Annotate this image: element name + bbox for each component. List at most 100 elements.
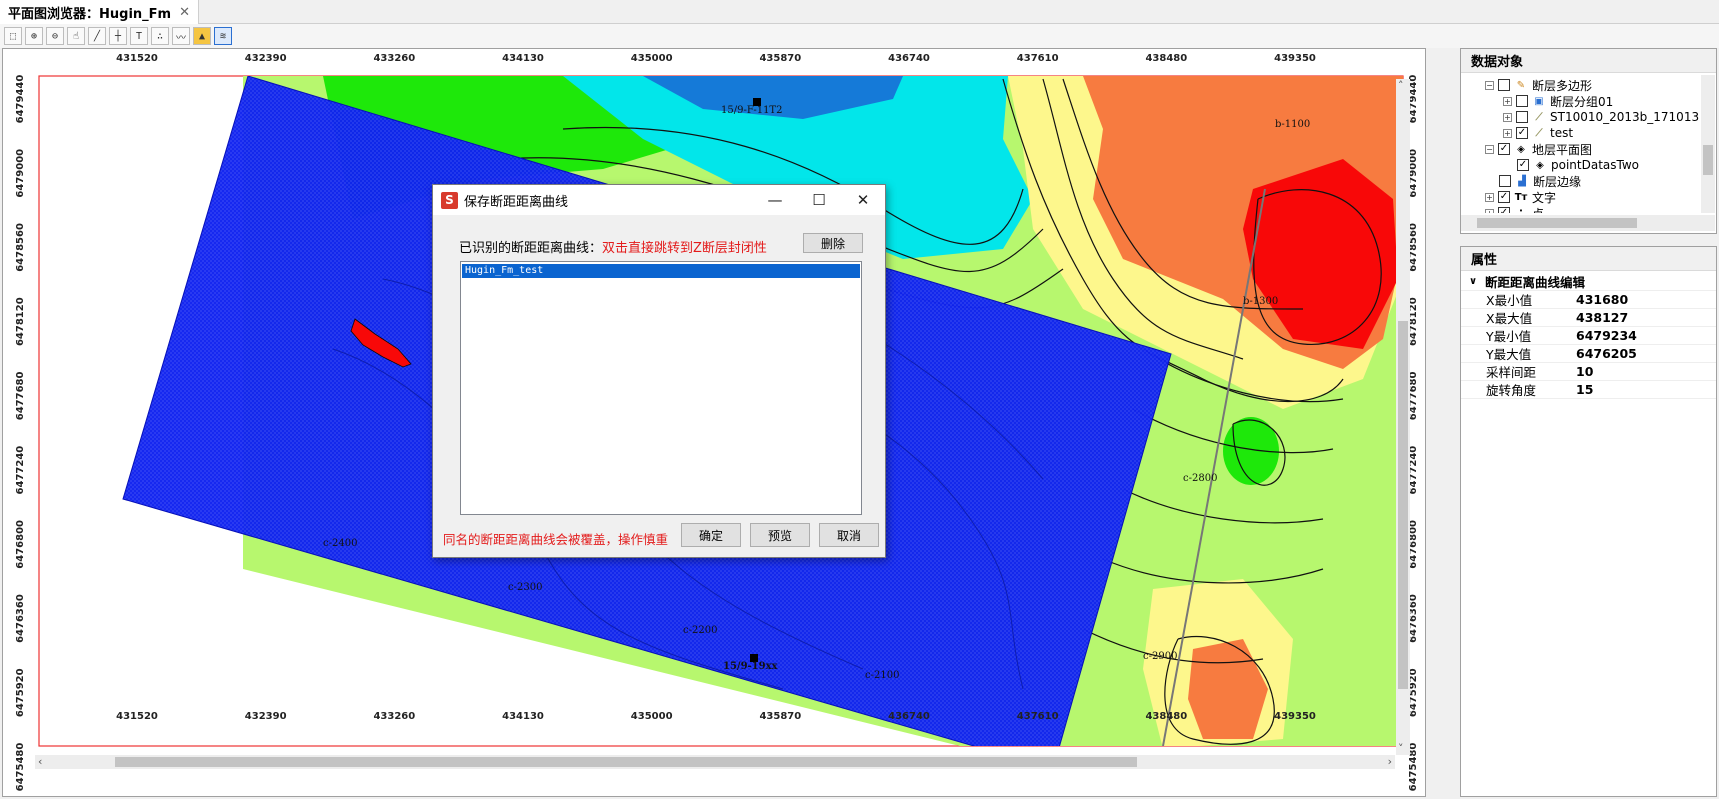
app-logo-icon: S bbox=[441, 191, 458, 209]
expand-icon[interactable]: + bbox=[1503, 112, 1512, 122]
tree-item-fault-polygon[interactable]: − ✎ 断层多边形 bbox=[1485, 77, 1592, 93]
tab-close-icon[interactable]: ✕ bbox=[179, 5, 190, 20]
scroll-up-icon[interactable]: ˄ bbox=[1398, 79, 1404, 92]
ok-button[interactable]: 确定 bbox=[681, 523, 741, 547]
property-row[interactable]: Y最小值 6479234 bbox=[1461, 327, 1716, 345]
contour-label-2900: c-2900 bbox=[1143, 651, 1177, 662]
list-item[interactable]: Hugin_Fm_test bbox=[462, 264, 860, 278]
checkbox-checked[interactable]: ✓ bbox=[1516, 127, 1528, 139]
zoom-out-icon[interactable]: ⊖ bbox=[46, 27, 64, 45]
expand-icon[interactable]: + bbox=[1485, 208, 1494, 213]
maximize-icon[interactable]: ☐ bbox=[797, 185, 841, 215]
contour-label-2300: c-2300 bbox=[508, 582, 542, 593]
minimize-icon[interactable]: — bbox=[753, 185, 797, 215]
preview-button[interactable]: 预览 bbox=[750, 523, 810, 547]
property-row[interactable]: 旋转角度 15 bbox=[1461, 381, 1716, 399]
y-tick-label: 6476800 bbox=[15, 520, 26, 569]
checkbox[interactable] bbox=[1516, 111, 1528, 123]
contour-tool-icon[interactable]: ≋ bbox=[214, 27, 232, 45]
tree-item-pointdatas[interactable]: ✓ ◈ pointDatasTwo bbox=[1517, 157, 1639, 173]
tree-item-strata-map[interactable]: − ✓ ◈ 地层平面图 bbox=[1485, 141, 1592, 157]
tree-item-fault-edge[interactable]: ▟ 断层边缘 bbox=[1499, 173, 1581, 189]
tree-vscroll-thumb[interactable] bbox=[1703, 145, 1713, 175]
text-tool-icon[interactable]: T bbox=[130, 27, 148, 45]
zoom-in-icon[interactable]: ⊕ bbox=[25, 27, 43, 45]
well-label-2: 15/9-19xx bbox=[723, 661, 779, 672]
property-value[interactable]: 431680 bbox=[1576, 292, 1628, 307]
vertical-scrollbar[interactable]: ˄ ˅ bbox=[1396, 79, 1410, 755]
property-key: 旋转角度 bbox=[1486, 383, 1537, 398]
y-tick-label: 6475480 bbox=[15, 743, 26, 792]
property-row[interactable]: Y最大值 6476205 bbox=[1461, 345, 1716, 363]
color-fill-icon[interactable]: ▲ bbox=[193, 27, 211, 45]
tree-hscroll-thumb[interactable] bbox=[1477, 218, 1637, 228]
checkbox-checked[interactable]: ✓ bbox=[1498, 143, 1510, 155]
delete-button[interactable]: 删除 bbox=[803, 233, 863, 253]
tree-vertical-scrollbar[interactable] bbox=[1701, 75, 1715, 213]
property-value[interactable]: 438127 bbox=[1576, 310, 1628, 325]
vertical-scroll-thumb[interactable] bbox=[1398, 321, 1408, 689]
expand-icon[interactable]: + bbox=[1503, 96, 1512, 106]
checkbox[interactable] bbox=[1516, 95, 1528, 107]
x-tick-label: 435000 bbox=[631, 53, 673, 64]
tree-item-test[interactable]: + ✓ ⟋ test bbox=[1503, 125, 1573, 141]
checkbox-checked[interactable]: ✓ bbox=[1498, 191, 1510, 203]
draw-line-icon[interactable]: ╱ bbox=[88, 27, 106, 45]
property-value[interactable]: 6479234 bbox=[1576, 328, 1637, 343]
zoom-extent-icon[interactable]: ⬚ bbox=[4, 27, 22, 45]
chevron-down-icon[interactable]: ∨ bbox=[1469, 276, 1481, 287]
data-objects-tree[interactable]: − ✎ 断层多边形 + ▣ 断层分组01 + ⟋ ST10010_2013b_1… bbox=[1461, 75, 1699, 213]
dialog-titlebar[interactable]: S 保存断距距离曲线 — ☐ ✕ bbox=[433, 185, 885, 215]
tree-item-text[interactable]: + ✓ Tт 文字 bbox=[1485, 189, 1556, 205]
cancel-button[interactable]: 取消 bbox=[819, 523, 879, 547]
contour-label-2400: c-2400 bbox=[323, 538, 357, 549]
properties-title: 属性 bbox=[1461, 247, 1716, 271]
curve-listbox[interactable]: Hugin_Fm_test bbox=[460, 261, 862, 515]
save-curve-dialog: S 保存断距距离曲线 — ☐ ✕ 已识别的断距距离曲线：双击直接跳转到Z断层封闭… bbox=[432, 184, 886, 558]
checkbox[interactable] bbox=[1498, 79, 1510, 91]
y-tick-label: 6477680 bbox=[15, 372, 26, 421]
x-tick-label: 435870 bbox=[759, 53, 801, 64]
collapse-icon[interactable]: − bbox=[1485, 144, 1494, 154]
y-axis-left: 6479440 6479000 6478560 6478120 6477680 64772… bbox=[15, 75, 26, 792]
horizontal-scroll-thumb[interactable] bbox=[115, 757, 1137, 767]
tree-item-st10010[interactable]: + ⟋ ST10010_2013b_171013_ bbox=[1503, 109, 1699, 125]
x-tick-label: 438480 bbox=[1145, 53, 1187, 64]
property-value[interactable]: 15 bbox=[1576, 382, 1593, 397]
contour-label-2100: c-2100 bbox=[865, 670, 899, 681]
crosshair-icon[interactable]: ┼ bbox=[109, 27, 127, 45]
property-row[interactable]: X最小值 431680 bbox=[1461, 291, 1716, 309]
tab-plan-viewer[interactable]: 平面图浏览器：Hugin_Fm ✕ bbox=[0, 0, 199, 24]
tree-item-label: 地层平面图 bbox=[1532, 142, 1593, 157]
expand-icon[interactable]: + bbox=[1485, 192, 1494, 202]
expand-icon[interactable]: + bbox=[1503, 128, 1512, 138]
polyline-tool-icon[interactable]: 〰 bbox=[172, 27, 190, 45]
points-tool-icon[interactable]: ∴ bbox=[151, 27, 169, 45]
curve-list-caption: 已识别的断距距离曲线： bbox=[459, 241, 603, 256]
properties-panel: 属性 ∨ 断距距离曲线编辑 X最小值 431680 X最大值 438127 Y最… bbox=[1460, 246, 1717, 797]
tree-item-points[interactable]: + ✓ ∴ 点 bbox=[1485, 205, 1544, 213]
property-key: Y最大值 bbox=[1486, 347, 1532, 362]
checkbox[interactable] bbox=[1499, 175, 1511, 187]
tree-item-label: 断层边缘 bbox=[1533, 174, 1582, 189]
checkbox-checked[interactable]: ✓ bbox=[1498, 207, 1510, 213]
property-value[interactable]: 6476205 bbox=[1576, 346, 1637, 361]
close-icon[interactable]: ✕ bbox=[841, 185, 885, 215]
contour-label-r3: b-1100 bbox=[1275, 119, 1310, 130]
scroll-left-icon[interactable]: ‹ bbox=[38, 755, 42, 768]
property-row[interactable]: X最大值 438127 bbox=[1461, 309, 1716, 327]
layers-icon: ◈ bbox=[1517, 143, 1525, 155]
property-group-header[interactable]: ∨ 断距距离曲线编辑 bbox=[1461, 273, 1716, 291]
property-row[interactable]: 采样间距 10 bbox=[1461, 363, 1716, 381]
property-value[interactable]: 10 bbox=[1576, 364, 1593, 379]
scroll-right-icon[interactable]: › bbox=[1388, 755, 1392, 768]
tree-horizontal-scrollbar[interactable] bbox=[1461, 215, 1715, 231]
pan-icon[interactable]: ☝ bbox=[67, 27, 85, 45]
y-tick-label: 6475920 bbox=[15, 668, 26, 717]
checkbox-checked[interactable]: ✓ bbox=[1517, 159, 1529, 171]
tree-item-fault-group[interactable]: + ▣ 断层分组01 bbox=[1503, 93, 1613, 109]
horizontal-scrollbar[interactable]: ‹ › bbox=[35, 755, 1395, 769]
collapse-icon[interactable]: − bbox=[1485, 80, 1494, 90]
data-objects-title: 数据对象 bbox=[1461, 49, 1716, 73]
scroll-down-icon[interactable]: ˅ bbox=[1398, 742, 1404, 755]
